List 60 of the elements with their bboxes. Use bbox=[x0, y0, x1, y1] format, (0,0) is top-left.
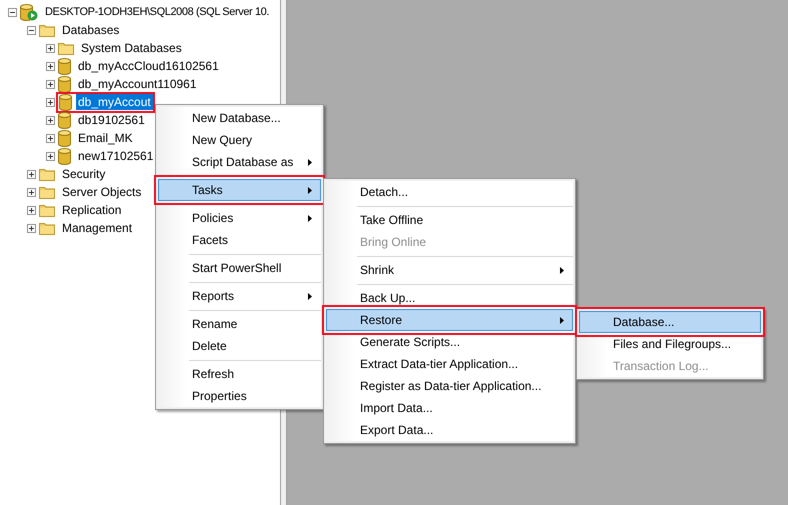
expand-icon[interactable] bbox=[27, 206, 36, 214]
database-icon bbox=[58, 58, 71, 74]
menu-item[interactable]: Refresh bbox=[158, 363, 321, 385]
expand-icon[interactable] bbox=[27, 188, 36, 196]
server-icon bbox=[20, 4, 38, 20]
expand-icon[interactable] bbox=[27, 170, 36, 178]
menu-item[interactable]: Generate Scripts... bbox=[326, 331, 573, 353]
folder-icon bbox=[39, 23, 55, 37]
expand-icon[interactable] bbox=[46, 116, 55, 124]
menu-item[interactable]: Delete bbox=[158, 335, 321, 357]
menu-item[interactable]: Detach... bbox=[326, 181, 573, 203]
expand-icon[interactable] bbox=[46, 44, 55, 52]
expand-icon[interactable] bbox=[46, 62, 55, 70]
tree-item-label[interactable]: System Databases bbox=[79, 40, 184, 56]
tree-item-label[interactable]: Databases bbox=[60, 22, 122, 38]
menu-item[interactable]: Back Up... bbox=[326, 287, 573, 309]
menu-item[interactable]: Files and Filegroups... bbox=[579, 333, 761, 355]
database-icon bbox=[58, 112, 71, 128]
menu-item[interactable]: Facets bbox=[158, 229, 321, 251]
folder-icon bbox=[39, 203, 55, 217]
tree-item-label[interactable]: db19102561 bbox=[76, 112, 147, 128]
tree-item-label[interactable]: Email_MK bbox=[76, 130, 135, 146]
database-icon bbox=[59, 94, 72, 110]
expand-icon[interactable] bbox=[27, 224, 36, 232]
folder-icon bbox=[39, 167, 55, 181]
menu-item[interactable]: Rename bbox=[158, 313, 321, 335]
tree-item-label[interactable]: db_myAccount110961 bbox=[76, 76, 199, 92]
menu-item[interactable]: Script Database as bbox=[158, 151, 321, 173]
tree-item-label[interactable]: Replication bbox=[60, 202, 124, 218]
menu-item[interactable]: Register as Data-tier Application... bbox=[326, 375, 573, 397]
tree-item-label[interactable]: Security bbox=[60, 166, 108, 182]
database-icon bbox=[58, 148, 71, 164]
folder-icon bbox=[58, 41, 74, 55]
tree-item-label[interactable]: Management bbox=[60, 220, 134, 236]
collapse-icon[interactable] bbox=[27, 26, 36, 34]
tree-item-label[interactable]: db_myAccout bbox=[76, 94, 153, 110]
menu-item[interactable]: New Database... bbox=[158, 107, 321, 129]
collapse-icon[interactable] bbox=[8, 8, 17, 16]
folder-icon bbox=[39, 185, 55, 199]
menu-item[interactable]: Shrink bbox=[326, 259, 573, 281]
menu-item[interactable]: Reports bbox=[158, 285, 321, 307]
tree-item-label[interactable]: new17102561 bbox=[76, 148, 156, 164]
expand-icon[interactable] bbox=[46, 134, 55, 142]
menu-item[interactable]: Properties bbox=[158, 385, 321, 407]
menu-item[interactable]: Take Offline bbox=[326, 209, 573, 231]
menu-item[interactable]: Extract Data-tier Application... bbox=[326, 353, 573, 375]
expand-icon[interactable] bbox=[46, 98, 55, 106]
expand-icon[interactable] bbox=[46, 80, 55, 88]
menu-item[interactable]: Policies bbox=[158, 207, 321, 229]
menu-item[interactable]: Import Data... bbox=[326, 397, 573, 419]
tree-item-label[interactable]: Server Objects bbox=[60, 184, 144, 200]
tree-item-label[interactable]: DESKTOP-1ODH3EH\SQL2008 (SQL Server 10. bbox=[43, 4, 272, 20]
menu-item[interactable]: New Query bbox=[158, 129, 321, 151]
menu-item[interactable]: Start PowerShell bbox=[158, 257, 321, 279]
database-icon bbox=[58, 130, 71, 146]
expand-icon[interactable] bbox=[46, 152, 55, 160]
database-icon bbox=[58, 76, 71, 92]
tree-item-label[interactable]: db_myAccCloud16102561 bbox=[76, 58, 221, 74]
menu-item[interactable]: Export Data... bbox=[326, 419, 573, 441]
folder-icon bbox=[39, 221, 55, 235]
